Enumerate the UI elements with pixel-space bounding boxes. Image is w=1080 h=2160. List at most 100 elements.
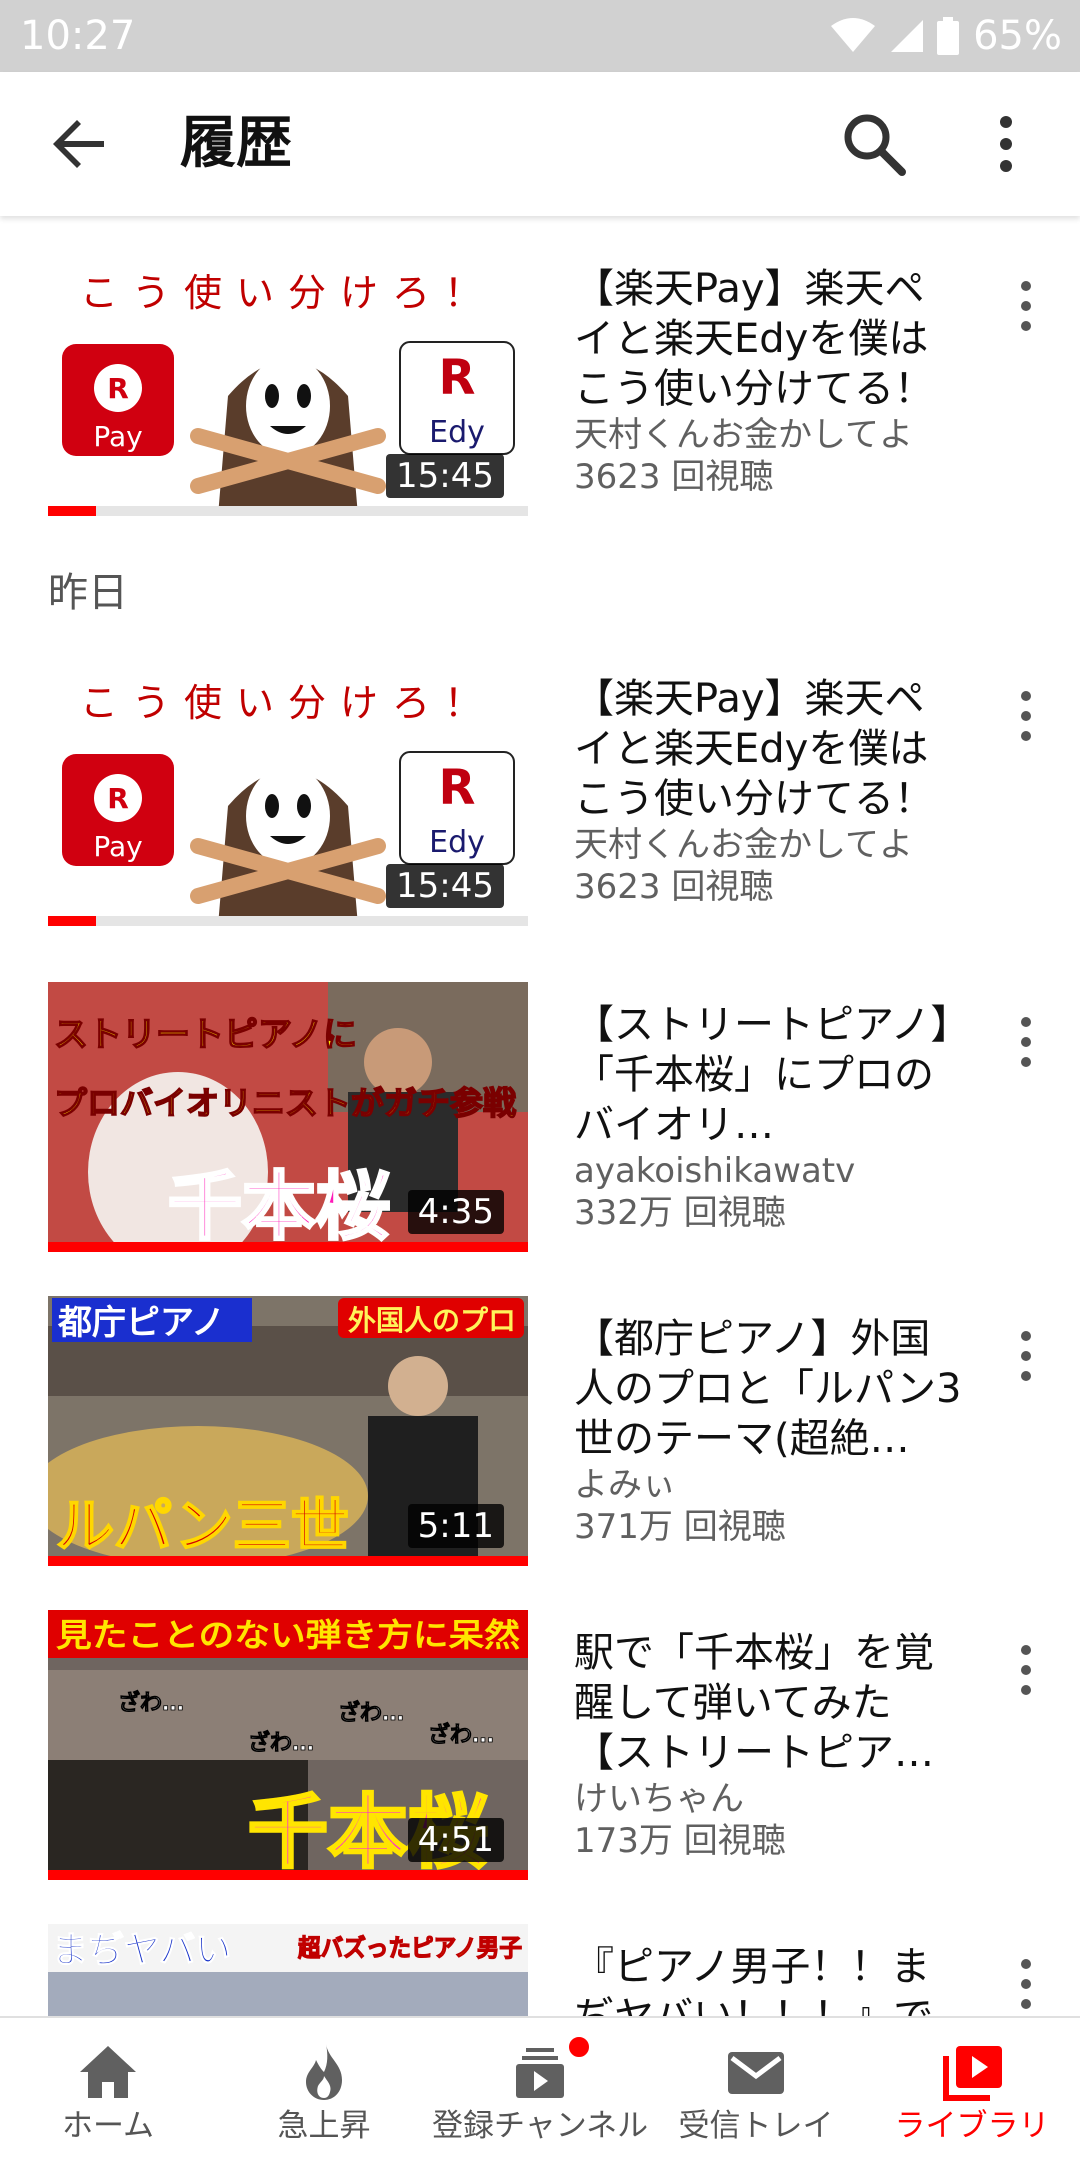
- svg-text:ストリートピアノに: ストリートピアノに: [54, 1015, 357, 1055]
- channel-name: 天村くんお金かしてよ: [574, 825, 913, 865]
- svg-text:ざわ…: ざわ…: [248, 1730, 314, 1756]
- watch-progress-track: [48, 1242, 528, 1252]
- search-icon[interactable]: [838, 108, 910, 180]
- watch-progress-fill: [48, 1556, 528, 1566]
- svg-text:こう使い分けろ！: こう使い分けろ！: [80, 681, 496, 725]
- watch-progress-track: [48, 506, 528, 516]
- view-count: 3623 回視聴: [574, 867, 774, 907]
- svg-text:千本桜: 千本桜: [168, 1164, 390, 1250]
- video-thumbnail[interactable]: まぢヤバい 超バズったピアノ男子: [48, 1924, 528, 2016]
- nav-label: ライブラリ: [894, 2108, 1050, 2144]
- nav-trending[interactable]: 急上昇: [216, 2018, 432, 2160]
- svg-text:R: R: [439, 350, 476, 406]
- svg-text:ざわ…: ざわ…: [428, 1722, 494, 1748]
- video-info[interactable]: 『ピアノ男子！！まぢヤバい！！！』で: [574, 1942, 964, 2016]
- nav-label: ホーム: [61, 2108, 155, 2144]
- video-item[interactable]: こう使い分けろ！ R Pay R Edy 15:45 【楽天Pay】楽天ペイと楽…: [0, 246, 1080, 516]
- nav-label: 登録チャンネル: [432, 2108, 649, 2144]
- svg-text:見たことのない弾き方に呆然: 見たことのない弾き方に呆然: [56, 1616, 520, 1654]
- bottom-navigation: ホーム 急上昇 登録チャンネル 受信トレイ ライブラリ: [0, 2016, 1080, 2160]
- video-thumbnail[interactable]: 都庁ピアノ 外国人のプロ ルパン三世 5:11: [48, 1296, 528, 1566]
- svg-text:R: R: [107, 782, 129, 815]
- video-info[interactable]: 【ストリートピアノ】「千本桜」にプロのバイオリ… ayakoishikawatv…: [574, 1000, 964, 1234]
- svg-text:Edy: Edy: [429, 415, 485, 450]
- home-icon: [80, 2046, 136, 2098]
- watch-progress-track: [48, 1870, 528, 1880]
- history-list[interactable]: こう使い分けろ！ R Pay R Edy 15:45 【楽天Pay】楽天ペイと楽…: [0, 216, 1080, 2016]
- video-title: 駅で「千本桜」を覚醒して弾いてみた【ストリートピア…: [574, 1630, 934, 1776]
- channel-name: 天村くんお金かしてよ: [574, 415, 913, 455]
- video-info[interactable]: 【楽天Pay】楽天ペイと楽天Edyを僕はこう使い分けてる！ 天村くんお金かしてよ…: [574, 674, 964, 908]
- video-item[interactable]: 見たことのない弾き方に呆然 ざわ… ざわ… ざわ… ざわ… 千本桜 4:51 駅…: [0, 1610, 1080, 1880]
- view-count: 332万 回視聴: [574, 1193, 786, 1233]
- video-item[interactable]: ストリートピアノに プロバイオリニストがガチ参戦 千本桜 4:35 【ストリート…: [0, 982, 1080, 1252]
- svg-text:プロバイオリニストがガチ参戦: プロバイオリニストがガチ参戦: [54, 1084, 516, 1122]
- svg-text:R: R: [439, 760, 476, 816]
- nav-label: 急上昇: [277, 2108, 371, 2144]
- video-duration: 15:45: [386, 864, 504, 908]
- back-arrow-icon[interactable]: [48, 112, 112, 176]
- svg-text:都庁ピアノ: 都庁ピアノ: [57, 1303, 225, 1343]
- video-title: 『ピアノ男子！！まぢヤバい！！！』で: [574, 1944, 933, 2016]
- more-vert-icon[interactable]: [1010, 1326, 1042, 1386]
- channel-name: けいちゃん: [574, 1779, 744, 1819]
- cell-signal-icon: [891, 20, 924, 52]
- watch-progress-fill: [48, 1870, 528, 1880]
- video-thumbnail[interactable]: ストリートピアノに プロバイオリニストがガチ参戦 千本桜 4:35: [48, 982, 528, 1252]
- thumbnail-text: こう使い分けろ！: [80, 271, 496, 315]
- more-vert-icon[interactable]: [984, 108, 1028, 180]
- video-info[interactable]: 【都庁ピアノ】外国人のプロと「ルパン3世のテーマ(超絶… よみぃ 371万 回視…: [574, 1314, 964, 1548]
- video-duration: 4:35: [407, 1190, 504, 1234]
- view-count: 371万 回視聴: [574, 1507, 786, 1547]
- subscriptions-icon: [516, 2048, 564, 2098]
- status-bar: 10:27 65%: [0, 0, 1080, 72]
- svg-text:まぢヤバい: まぢヤバい: [52, 1930, 231, 1971]
- video-duration: 15:45: [386, 454, 504, 498]
- section-header-yesterday: 昨日: [48, 570, 128, 616]
- svg-text:Pay: Pay: [93, 830, 142, 863]
- video-item[interactable]: まぢヤバい 超バズったピアノ男子 『ピアノ男子！！まぢヤバい！！！』で: [0, 1924, 1080, 2016]
- view-count: 3623 回視聴: [574, 457, 774, 497]
- video-title: 【ストリートピアノ】「千本桜」にプロのバイオリ…: [574, 1002, 951, 1148]
- video-thumbnail[interactable]: こう使い分けろ！ R Pay R Edy 15:45: [48, 656, 528, 926]
- battery-percent: 65%: [973, 13, 1062, 59]
- nav-home[interactable]: ホーム: [0, 2018, 216, 2160]
- svg-text:Pay: Pay: [93, 420, 142, 453]
- nav-subscriptions[interactable]: 登録チャンネル: [432, 2018, 648, 2160]
- video-item[interactable]: こう使い分けろ！ R Pay R Edy 15:45 【楽天Pay】楽天ペイと楽…: [0, 656, 1080, 926]
- nav-label: 受信トレイ: [678, 2108, 834, 2144]
- battery-icon: [937, 17, 960, 55]
- svg-text:Edy: Edy: [429, 825, 485, 860]
- more-vert-icon[interactable]: [1010, 1640, 1042, 1700]
- nav-library[interactable]: ライブラリ: [864, 2018, 1080, 2160]
- status-icons: 65%: [831, 10, 1062, 62]
- svg-text:ざわ…: ざわ…: [338, 1700, 404, 1726]
- video-info[interactable]: 駅で「千本桜」を覚醒して弾いてみた【ストリートピア… けいちゃん 173万 回視…: [574, 1628, 964, 1862]
- svg-text:ルパン三世: ルパン三世: [56, 1492, 349, 1560]
- video-title: 【楽天Pay】楽天ペイと楽天Edyを僕はこう使い分けてる！: [574, 266, 934, 412]
- watch-progress-fill: [48, 506, 96, 516]
- watch-progress-fill: [48, 1242, 528, 1252]
- svg-text:ざわ…: ざわ…: [118, 1690, 184, 1716]
- video-item[interactable]: 都庁ピアノ 外国人のプロ ルパン三世 5:11 【都庁ピアノ】外国人のプロと「ル…: [0, 1296, 1080, 1566]
- thumbnail-art: まぢヤバい 超バズったピアノ男子: [48, 1924, 528, 2016]
- app-bar: 履歴: [0, 72, 1080, 216]
- nav-inbox[interactable]: 受信トレイ: [648, 2018, 864, 2160]
- wifi-icon: [831, 18, 876, 52]
- svg-text:R: R: [107, 372, 129, 405]
- page-title: 履歴: [180, 111, 292, 176]
- more-vert-icon[interactable]: [1010, 1012, 1042, 1072]
- video-thumbnail[interactable]: こう使い分けろ！ R Pay R Edy 15:45: [48, 246, 528, 516]
- notification-badge: [566, 2034, 592, 2060]
- video-title: 【楽天Pay】楽天ペイと楽天Edyを僕はこう使い分けてる！: [574, 676, 934, 822]
- video-duration: 4:51: [407, 1818, 504, 1862]
- channel-name: ayakoishikawatv: [574, 1151, 856, 1191]
- more-vert-icon[interactable]: [1010, 686, 1042, 746]
- more-vert-icon[interactable]: [1010, 1954, 1042, 2014]
- trending-flame-icon: [306, 2044, 342, 2100]
- inbox-mail-icon: [728, 2052, 784, 2094]
- more-vert-icon[interactable]: [1010, 276, 1042, 336]
- video-title: 【都庁ピアノ】外国人のプロと「ルパン3世のテーマ(超絶…: [574, 1316, 962, 1462]
- video-info[interactable]: 【楽天Pay】楽天ペイと楽天Edyを僕はこう使い分けてる！ 天村くんお金かしてよ…: [574, 264, 964, 498]
- video-thumbnail[interactable]: 見たことのない弾き方に呆然 ざわ… ざわ… ざわ… ざわ… 千本桜 4:51: [48, 1610, 528, 1880]
